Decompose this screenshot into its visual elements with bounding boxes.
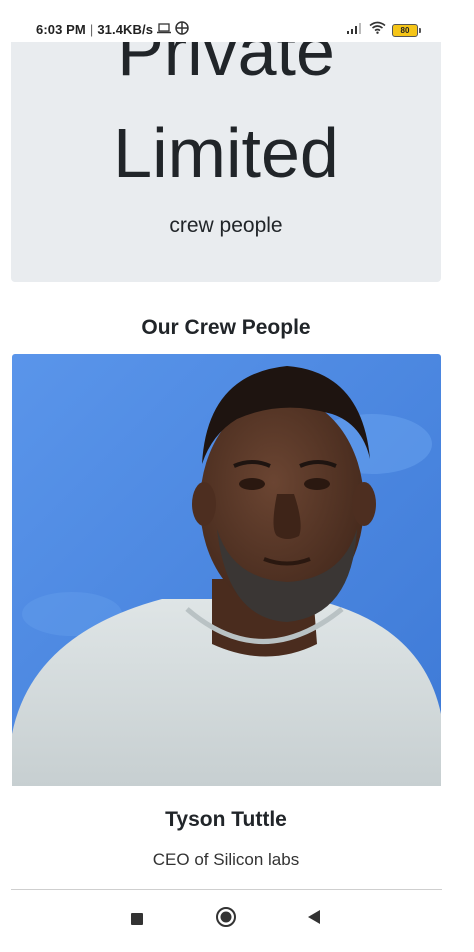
hero-title-line2: Limited — [113, 114, 339, 192]
page: 6:03 PM | 31.4KB/s 80 Private Limited cr… — [0, 0, 474, 952]
home-circle-icon — [215, 906, 237, 933]
app-notification-icon — [175, 21, 189, 38]
recents-square-icon — [131, 913, 143, 925]
status-time: 6:03 PM — [36, 22, 86, 37]
crew-name: Tyson Tuttle — [165, 808, 287, 831]
crew-photo — [12, 354, 441, 786]
home-button[interactable] — [211, 904, 241, 934]
crew-role: CEO of Silicon labs — [152, 850, 300, 869]
hero-subtitle: crew people — [169, 214, 283, 237]
status-bar: 6:03 PM | 31.4KB/s 80 — [0, 0, 474, 42]
back-button[interactable] — [299, 904, 329, 934]
hero-title-line1: Private — [117, 42, 335, 90]
back-triangle-icon — [307, 909, 321, 930]
hero-banner: Private Limited crew people — [11, 42, 441, 282]
signal-icon — [347, 21, 363, 39]
network-speed: 31.4KB/s — [97, 22, 154, 37]
system-navigation-bar — [0, 890, 474, 952]
battery-icon: 80 — [392, 23, 421, 37]
recents-button[interactable] — [122, 904, 152, 934]
status-right: 80 — [347, 21, 421, 39]
laptop-icon — [157, 22, 172, 37]
section-heading: Our Crew People — [141, 316, 311, 339]
wifi-icon — [369, 21, 386, 39]
status-left: 6:03 PM | 31.4KB/s — [36, 21, 189, 38]
status-separator: | — [89, 22, 94, 37]
